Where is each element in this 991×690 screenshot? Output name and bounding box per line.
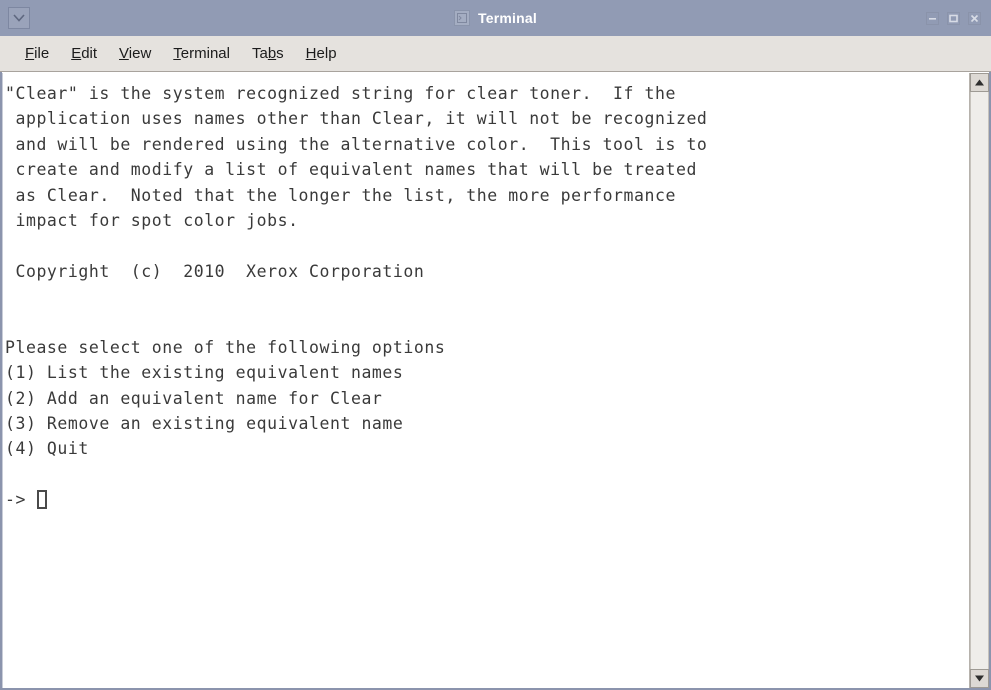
maximize-button[interactable] — [944, 9, 963, 28]
terminal-line: impact for spot color jobs. — [5, 210, 299, 230]
terminal-line: and will be rendered using the alternati… — [5, 134, 708, 154]
scrollbar-thumb[interactable] — [971, 92, 988, 669]
terminal-line: Copyright (c) 2010 Xerox Corporation — [5, 261, 425, 281]
menu-label-edit-rest: dit — [81, 45, 98, 62]
menu-label-help-rest: elp — [316, 45, 337, 62]
maximize-icon — [946, 11, 961, 26]
scroll-down-button[interactable] — [970, 669, 989, 688]
minimize-button[interactable] — [923, 9, 942, 28]
chevron-down-icon — [13, 14, 25, 22]
window-controls — [923, 9, 987, 28]
terminal-screen[interactable]: "Clear" is the system recognized string … — [2, 73, 969, 688]
menu-bar: File Edit View Terminal Tabs Help — [0, 36, 991, 72]
terminal-line: as Clear. Noted that the longer the list… — [5, 185, 676, 205]
scroll-up-button[interactable] — [970, 73, 989, 92]
terminal-window: Terminal File Edit View Terminal Tabs He… — [0, 0, 991, 690]
terminal-area: "Clear" is the system recognized string … — [2, 72, 989, 688]
menu-item-help[interactable]: Help — [295, 42, 348, 65]
window-title: Terminal — [478, 10, 537, 26]
terminal-icon — [454, 10, 471, 26]
close-button[interactable] — [965, 9, 984, 28]
terminal-line: (3) Remove an existing equivalent name — [5, 414, 404, 434]
menu-label-file-rest: ile — [34, 45, 50, 62]
minimize-icon — [925, 11, 940, 26]
terminal-line: (4) Quit — [5, 439, 89, 459]
terminal-line: Please select one of the following optio… — [5, 337, 446, 357]
terminal-line: (1) List the existing equivalent names — [5, 363, 404, 383]
prompt-text: -> — [5, 490, 37, 510]
terminal-line: (2) Add an equivalent name for Clear — [5, 388, 383, 408]
scrollbar-trough[interactable] — [970, 92, 989, 669]
terminal-line: application uses names other than Clear,… — [5, 109, 708, 129]
menu-item-edit[interactable]: Edit — [60, 42, 108, 65]
menu-item-view[interactable]: View — [108, 42, 162, 65]
menu-item-tabs[interactable]: Tabs — [241, 42, 295, 65]
terminal-line: "Clear" is the system recognized string … — [5, 84, 676, 103]
title-bar[interactable]: Terminal — [0, 0, 991, 36]
vertical-scrollbar[interactable] — [969, 73, 989, 688]
terminal-line: create and modify a list of equivalent n… — [5, 160, 697, 180]
menu-item-terminal[interactable]: Terminal — [162, 42, 241, 65]
menu-label-terminal-rest: erminal — [180, 45, 230, 62]
title-center-group: Terminal — [0, 0, 991, 36]
triangle-up-icon — [974, 78, 985, 87]
menu-item-file[interactable]: File — [14, 42, 60, 65]
menu-label-view-rest: iew — [128, 45, 152, 62]
menu-label-tabs-b: s — [276, 45, 284, 62]
triangle-down-icon — [974, 674, 985, 683]
window-menu-button[interactable] — [8, 7, 30, 29]
text-cursor — [37, 490, 48, 510]
close-icon — [967, 11, 982, 26]
terminal-prompt-line: -> — [5, 487, 969, 512]
menu-label-tabs-a: Ta — [251, 45, 268, 62]
